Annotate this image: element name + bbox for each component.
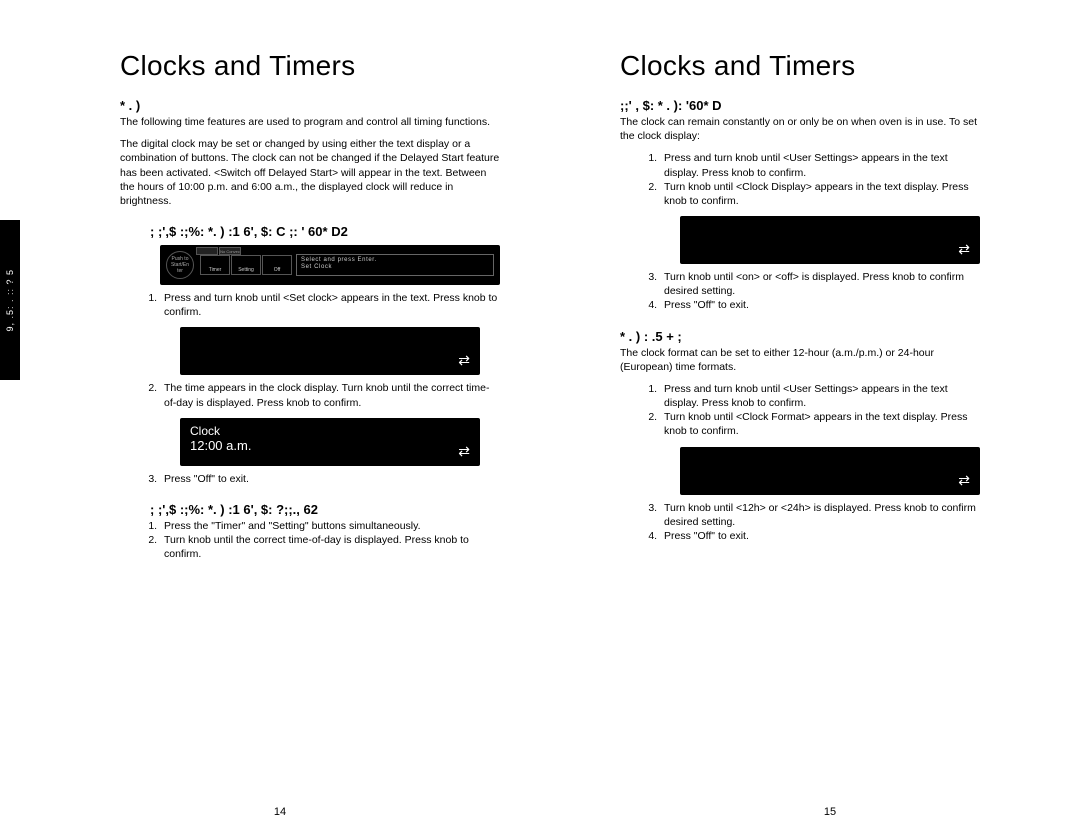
screen-line2: Set Clock	[301, 264, 489, 271]
page-title: Clocks and Timers	[120, 50, 500, 82]
step-a2: The time appears in the clock display. T…	[160, 381, 500, 409]
steps-set-clock-a2: The time appears in the clock display. T…	[120, 381, 500, 409]
step-cd1: Press and turn knob until <User Settings…	[660, 151, 980, 179]
page-title: Clocks and Timers	[620, 50, 980, 82]
steps-time-format-1: Press and turn knob until <User Settings…	[620, 382, 980, 439]
subheading-time-format: * . ) : .5 + ;	[620, 329, 980, 344]
display-clock-time: 12:00 a.m.	[190, 438, 470, 453]
control-panel-illustration: No Convec Push to Start/En ter Timer Set…	[160, 245, 500, 285]
steps-set-clock-a3: Press "Off" to exit.	[120, 472, 500, 486]
display-blank-3: ⇄	[680, 447, 980, 495]
step-tf2: Turn knob until <Clock Format> appears i…	[660, 410, 980, 438]
paragraph-intro2: The digital clock may be set or changed …	[120, 137, 500, 208]
step-a3: Press "Off" to exit.	[160, 472, 500, 486]
steps-clock-display-1: Press and turn knob until <User Settings…	[620, 151, 980, 208]
display-blank-2: ⇄	[680, 216, 980, 264]
subheading-set-clock-text-display: ; ;',$ :;%: *. ) :1 6', $: C ;: ' 60* D2	[150, 224, 500, 239]
display-clock: Clock 12:00 a.m. ⇄	[180, 418, 480, 466]
step-b2: Turn knob until the correct time-of-day …	[160, 533, 500, 561]
side-tab-left: 9, .5: . :: ? 5	[0, 220, 20, 380]
step-cd3: Turn knob until <on> or <off> is display…	[660, 270, 980, 298]
deck-buttons: Timer Setting Off	[200, 255, 292, 275]
page-number: 14	[274, 806, 286, 818]
step-tf4: Press "Off" to exit.	[660, 529, 980, 543]
subheading-set-clock-buttons: ; ;',$ :;%: *. ) :1 6', $: ?;;., 62	[150, 502, 500, 517]
step-tf1: Press and turn knob until <User Settings…	[660, 382, 980, 410]
subheading-time: * . )	[120, 98, 500, 113]
page-spread: 9, .5: . :: ? 5 Clocks and Timers * . ) …	[0, 0, 1080, 834]
button-off: Off	[262, 255, 292, 275]
paragraph-intro1: The following time features are used to …	[120, 115, 500, 129]
swap-arrows-icon: ⇄	[458, 352, 470, 369]
deck-top-no-convec: No Convec	[219, 247, 241, 255]
page-number: 15	[824, 806, 836, 818]
display-blank-1: ⇄	[180, 327, 480, 375]
screen-line1: Select and press Enter.	[301, 257, 489, 264]
subheading-clock-display: ;;' , $: * . ): '60* D	[620, 98, 980, 113]
swap-arrows-icon: ⇄	[458, 443, 470, 460]
step-cd2: Turn knob until <Clock Display> appears …	[660, 180, 980, 208]
step-a1: Press and turn knob until <Set clock> ap…	[160, 291, 500, 319]
steps-time-format-2: Turn knob until <12h> or <24h> is displa…	[620, 501, 980, 544]
paragraph-time-format: The clock format can be set to either 12…	[620, 346, 980, 374]
button-timer: Timer	[200, 255, 230, 275]
swap-arrows-icon: ⇄	[958, 241, 970, 258]
page-right: 5 ? :: . ,:5 '6 Clocks and Timers ;;' , …	[560, 0, 1080, 834]
page-left: 9, .5: . :: ? 5 Clocks and Timers * . ) …	[0, 0, 560, 834]
deck-top-buttons: No Convec	[196, 247, 241, 255]
deck-top-blank	[196, 247, 218, 255]
paragraph-clock-display: The clock can remain constantly on or on…	[620, 115, 980, 143]
side-tab-text: 9, .5: . :: ? 5	[5, 269, 15, 332]
step-b1: Press the "Timer" and "Setting" buttons …	[160, 519, 500, 533]
button-setting: Setting	[231, 255, 261, 275]
display-clock-label: Clock	[190, 424, 470, 438]
swap-arrows-icon: ⇄	[958, 472, 970, 489]
deck-text-screen: Select and press Enter. Set Clock	[296, 254, 494, 276]
step-cd4: Press "Off" to exit.	[660, 298, 980, 312]
knob-start-enter: Push to Start/En ter	[166, 251, 194, 279]
step-tf3: Turn knob until <12h> or <24h> is displa…	[660, 501, 980, 529]
steps-set-clock-a: Press and turn knob until <Set clock> ap…	[120, 291, 500, 319]
steps-clock-display-2: Turn knob until <on> or <off> is display…	[620, 270, 980, 313]
steps-set-clock-b: Press the "Timer" and "Setting" buttons …	[120, 519, 500, 562]
